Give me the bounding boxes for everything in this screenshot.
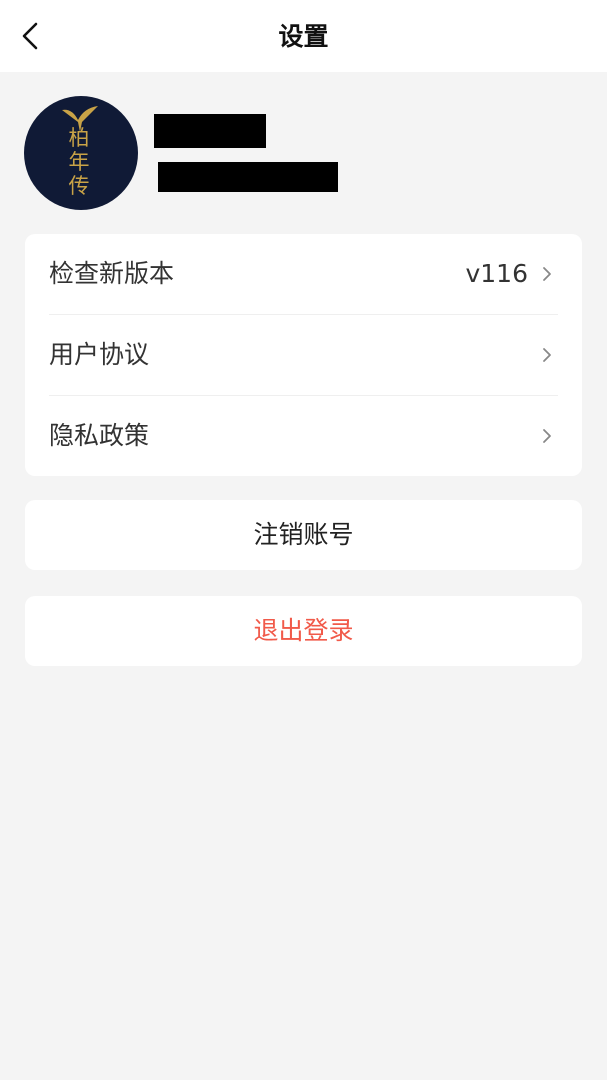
page-title: 设置: [278, 22, 329, 51]
chevron-right-icon: [543, 267, 551, 281]
user-agreement-item[interactable]: 用户协议: [25, 315, 582, 395]
profile-section: 柏年传: [24, 96, 584, 210]
redacted-username: [154, 114, 266, 148]
privacy-policy-label: 隐私政策: [49, 421, 150, 450]
logout-button[interactable]: 退出登录: [25, 596, 582, 666]
chevron-right-icon: [543, 429, 551, 443]
privacy-policy-item[interactable]: 隐私政策: [25, 396, 582, 476]
settings-menu: 检查新版本 v116 用户协议 隐私政策: [25, 234, 582, 476]
deactivate-account-button[interactable]: 注销账号: [25, 500, 582, 570]
avatar-brand-text: 柏年传: [68, 126, 90, 198]
check-update-item[interactable]: 检查新版本 v116: [25, 234, 582, 314]
check-update-label: 检查新版本: [49, 259, 175, 288]
avatar[interactable]: 柏年传: [24, 96, 138, 210]
redacted-user-id: [158, 162, 338, 192]
user-agreement-label: 用户协议: [49, 340, 150, 369]
top-bar: 设置: [0, 0, 607, 72]
chevron-right-icon: [543, 348, 551, 362]
version-value: v116: [465, 259, 528, 288]
